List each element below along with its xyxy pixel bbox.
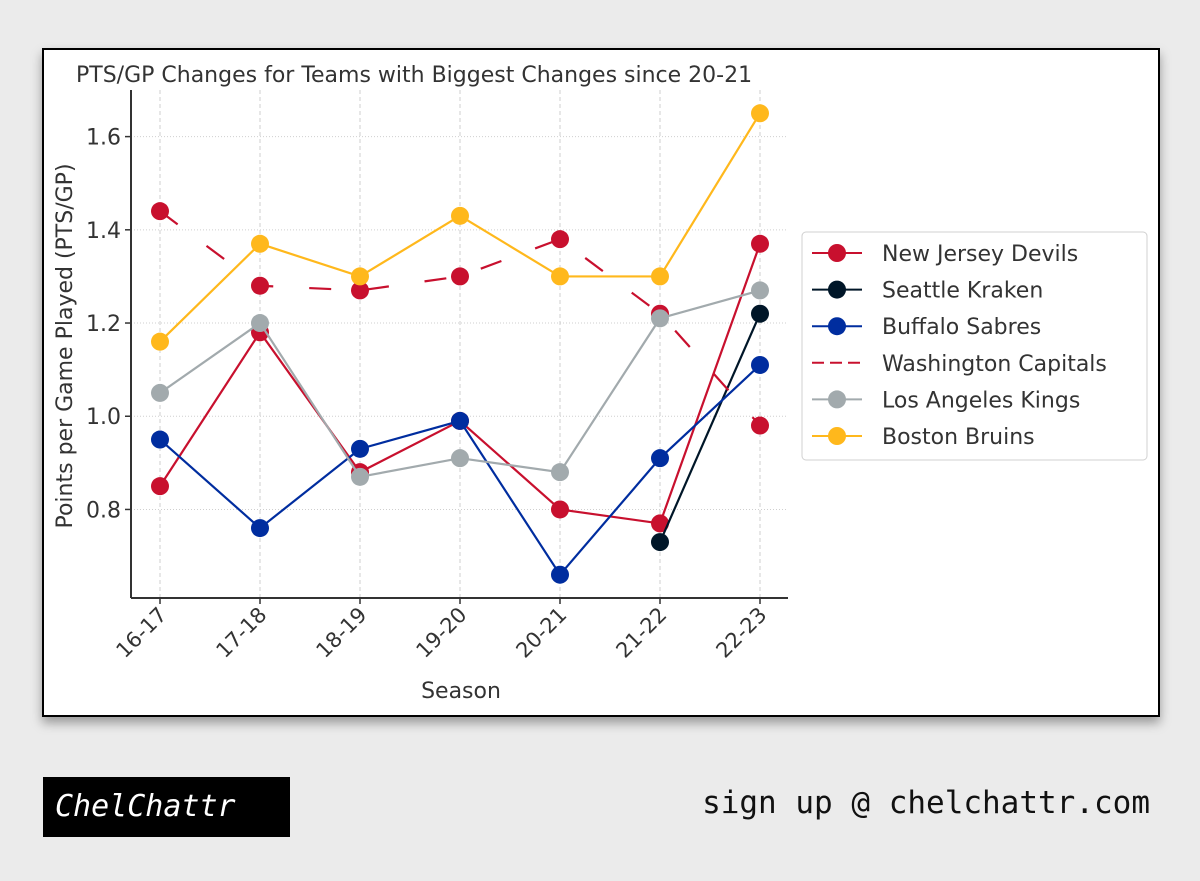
data-point (451, 267, 469, 286)
chart-frame: 0.8 1.0 1.2 1.4 1.6 16-17 17-18 18-19 19-20 20-21… (42, 48, 1160, 717)
data-point (751, 355, 769, 374)
series-seattle-kraken (651, 304, 769, 552)
data-point (751, 104, 769, 123)
data-point (151, 332, 169, 351)
data-point (351, 467, 369, 486)
y-tick-label: 1.4 (86, 219, 121, 244)
data-point (251, 234, 269, 253)
axes: 0.8 1.0 1.2 1.4 1.6 16-17 17-18 18-19 19-20 20-21… (86, 90, 788, 663)
data-point (751, 304, 769, 323)
data-point (751, 281, 769, 300)
y-tick-label: 1.6 (86, 126, 121, 151)
data-point (351, 267, 369, 286)
legend-label: Buffalo Sabres (882, 315, 1041, 340)
data-point (651, 309, 669, 328)
x-tick-label: 19-20 (411, 603, 471, 663)
y-tick-label: 1.0 (86, 405, 121, 430)
data-point (251, 314, 269, 333)
legend-label: Seattle Kraken (882, 279, 1043, 304)
chart-title: PTS/GP Changes for Teams with Biggest Ch… (76, 63, 752, 88)
data-point (451, 449, 469, 468)
data-point (751, 234, 769, 253)
x-tick-label: 17-18 (211, 603, 271, 663)
chelchattr-logo: ChelChattr (43, 777, 290, 837)
data-point (351, 439, 369, 458)
data-point (151, 202, 169, 221)
legend-marker (828, 427, 846, 445)
legend-label: Washington Capitals (882, 352, 1107, 377)
legend-marker (828, 244, 846, 262)
series-los-angeles-kings (151, 281, 769, 486)
x-tick-label: 18-19 (311, 603, 371, 663)
data-point (251, 276, 269, 295)
data-point (151, 477, 169, 496)
data-point (651, 449, 669, 468)
data-point (251, 519, 269, 538)
x-axis-label: Season (421, 679, 501, 704)
data-point (751, 416, 769, 435)
data-point (651, 533, 669, 552)
signup-link[interactable]: sign up @ chelchattr.com (702, 785, 1150, 821)
data-point (551, 565, 569, 584)
x-tick-label: 16-17 (111, 603, 171, 663)
series-line (658, 313, 762, 543)
y-tick-label: 1.2 (86, 312, 121, 337)
data-point (451, 411, 469, 430)
y-axis-label: Points per Game Played (PTS/GP) (53, 163, 78, 528)
legend-label: Los Angeles Kings (882, 388, 1080, 413)
y-tick-label: 0.8 (86, 498, 121, 523)
x-tick-label: 20-21 (511, 603, 571, 663)
legend-marker (828, 280, 846, 299)
legend-marker (828, 390, 846, 409)
legend-label: New Jersey Devils (882, 242, 1078, 267)
legend-marker (828, 317, 846, 336)
data-point (151, 383, 169, 402)
data-point (151, 430, 169, 449)
data-point (451, 206, 469, 225)
data-point (551, 463, 569, 482)
data-point (551, 500, 569, 519)
data-point (551, 230, 569, 249)
line-chart: 0.8 1.0 1.2 1.4 1.6 16-17 17-18 18-19 19-20 20-21… (53, 63, 1148, 704)
data-point (551, 267, 569, 286)
x-tick-label: 22-23 (711, 603, 771, 663)
data-point (651, 267, 669, 286)
x-tick-label: 21-22 (611, 603, 671, 663)
legend: New Jersey Devils Seattle Kraken Buffalo S… (801, 231, 1148, 461)
series-line (159, 243, 762, 525)
legend-label: Boston Bruins (882, 425, 1035, 450)
